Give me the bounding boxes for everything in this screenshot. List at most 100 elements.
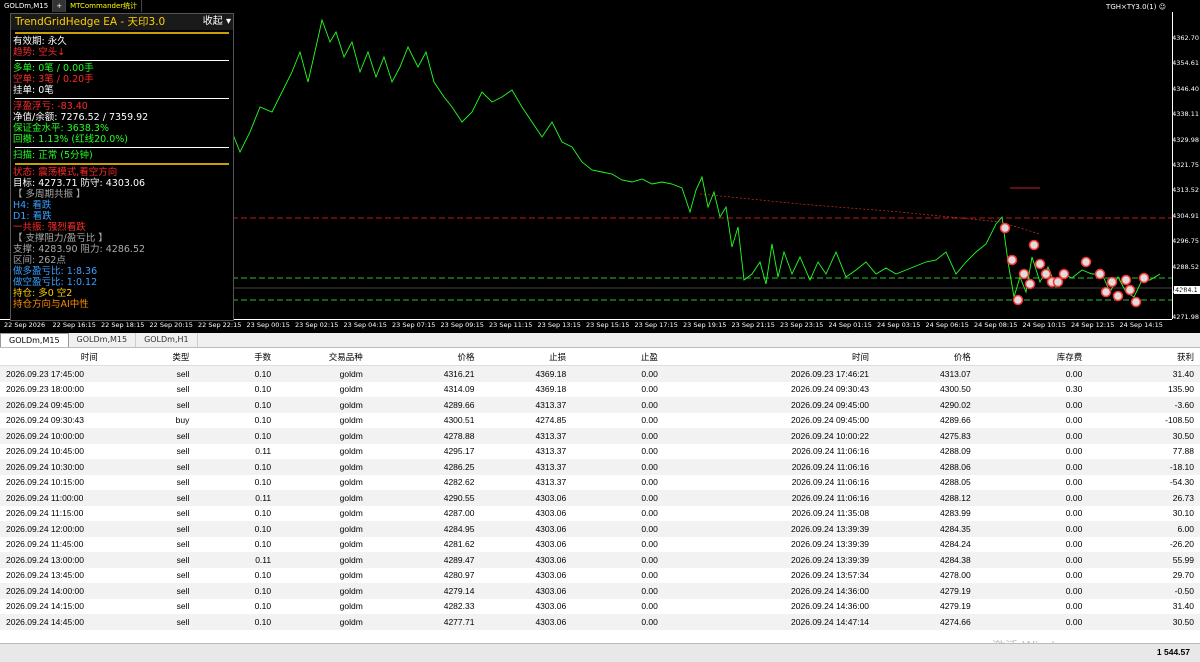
cell-sl: 4369.18 [480,365,573,382]
table-row[interactable]: 2026.09.24 10:45:00 sell 0.11 goldm 4295.17 4… [0,443,1200,459]
cell-symbol: goldm [277,490,369,506]
table-row[interactable]: 2026.09.23 17:45:00 sell 0.10 goldm 4316.21 4… [0,365,1200,382]
cell-tp: 0.00 [572,536,664,552]
trade-marker[interactable] [1012,294,1024,306]
cell-symbol: goldm [277,614,369,630]
chart-tab-goldm[interactable]: GOLDm,M15 [0,0,54,12]
table-row[interactable]: 2026.09.24 10:15:00 sell 0.10 goldm 4282.62 4… [0,474,1200,490]
cell-sl: 4313.37 [480,397,573,413]
cell-swap: 0.00 [976,365,1089,382]
cell-open-time: 2026.09.24 09:45:00 [0,397,104,413]
collapse-button[interactable]: 收起 ▾ [203,14,231,30]
ea-title: TrendGridHedge EA - 天印3.0 [15,16,166,28]
time-tick-label: 24 Sep 06:15 [925,321,969,329]
cell-type: sell [103,459,196,475]
cell-sl: 4303.06 [480,536,573,552]
trade-marker[interactable] [1120,274,1132,286]
table-row[interactable]: 2026.09.24 13:00:00 sell 0.11 goldm 4289.47 4… [0,552,1200,568]
trade-marker[interactable] [1006,254,1018,266]
price-chart[interactable]: GOLDm,M15 + MTCommander统计 TGH×TY3.0(1) ☺… [0,0,1200,331]
col-profit[interactable]: 获利 [1088,348,1200,366]
cell-tp: 0.00 [572,552,664,568]
cell-volume: 0.10 [195,598,278,614]
col-close-price[interactable]: 价格 [875,348,977,366]
table-row[interactable]: 2026.09.24 11:45:00 sell 0.10 goldm 4281.62 4… [0,536,1200,552]
col-open-time[interactable]: 时间 [0,348,104,366]
table-row[interactable]: 2026.09.24 09:30:43 buy 0.10 goldm 4300.51 42… [0,412,1200,428]
cell-sl: 4303.06 [480,598,573,614]
table-row[interactable]: 2026.09.24 11:15:00 sell 0.10 goldm 4287.00 4… [0,505,1200,521]
trade-marker[interactable] [1094,268,1106,280]
col-close-time[interactable]: 时间 [663,348,876,366]
table-row[interactable]: 2026.09.24 10:00:00 sell 0.10 goldm 4278.88 4… [0,428,1200,444]
cell-close-price: 4313.07 [875,365,977,382]
cell-sl: 4303.06 [480,583,573,599]
time-tick-label: 23 Sep 09:15 [440,321,484,329]
cell-type: sell [103,381,196,397]
trade-marker[interactable] [1018,268,1030,280]
col-sl[interactable]: 止损 [480,348,573,366]
cell-tp: 0.00 [572,412,664,428]
cell-close-time: 2026.09.24 09:30:43 [663,381,876,397]
cell-type: sell [103,397,196,413]
time-tick-label: 23 Sep 00:15 [246,321,290,329]
col-tp[interactable]: 止盈 [572,348,664,366]
table-row[interactable]: 2026.09.24 14:15:00 sell 0.10 goldm 4282.33 4… [0,598,1200,614]
cell-close-time: 2026.09.24 13:39:39 [663,521,876,537]
cell-open-price: 4289.66 [368,397,481,413]
trade-marker[interactable] [1028,239,1040,251]
time-tick-label: 24 Sep 10:15 [1022,321,1066,329]
col-open-price[interactable]: 价格 [368,348,481,366]
col-type[interactable]: 类型 [103,348,196,366]
col-volume[interactable]: 手数 [195,348,278,366]
cell-close-price: 4290.02 [875,397,977,413]
cell-type: sell [103,443,196,459]
table-row[interactable]: 2026.09.24 10:30:00 sell 0.10 goldm 4286.25 4… [0,459,1200,475]
trade-marker[interactable] [1058,268,1070,280]
window-tab-goldm-h1[interactable]: GOLDm,H1 [136,333,198,347]
window-tab-goldm-m15-b[interactable]: GOLDm,M15 [69,333,137,347]
chart-tab-mtcommander[interactable]: MTCommander统计 [66,0,143,12]
cell-open-price: 4281.62 [368,536,481,552]
cell-tp: 0.00 [572,365,664,382]
trade-marker[interactable] [1100,286,1112,298]
cell-volume: 0.10 [195,505,278,521]
table-row[interactable]: 2026.09.24 14:45:00 sell 0.10 goldm 4277.71 4… [0,614,1200,630]
trade-marker[interactable] [1130,296,1142,308]
cell-close-time: 2026.09.23 17:46:21 [663,365,876,382]
cell-volume: 0.11 [195,490,278,506]
col-symbol[interactable]: 交易品种 [277,348,369,366]
trade-marker[interactable] [1138,272,1150,284]
cell-sl: 4369.18 [480,381,573,397]
cell-sl: 4274.85 [480,412,573,428]
cell-type: sell [103,490,196,506]
trade-marker[interactable] [1124,284,1136,296]
trade-marker[interactable] [1112,290,1124,302]
col-swap[interactable]: 库存费 [976,348,1089,366]
trade-marker[interactable] [999,222,1011,234]
table-row[interactable]: 2026.09.24 13:45:00 sell 0.10 goldm 4280.97 4… [0,567,1200,583]
table-row[interactable]: 2026.09.24 12:00:00 sell 0.10 goldm 4284.95 4… [0,521,1200,537]
trade-marker[interactable] [1106,276,1118,288]
window-tab-goldm-m15-a[interactable]: GOLDm,M15 [0,333,69,347]
trade-marker[interactable] [1034,258,1046,270]
cell-open-time: 2026.09.23 18:00:00 [0,381,104,397]
table-row[interactable]: 2026.09.24 14:00:00 sell 0.10 goldm 4279.14 4… [0,583,1200,599]
trade-marker[interactable] [1024,278,1036,290]
cell-open-price: 4289.47 [368,552,481,568]
table-row[interactable]: 2026.09.24 11:00:00 sell 0.11 goldm 4290.55 4… [0,490,1200,506]
chart-window-tabs: GOLDm,M15 GOLDm,M15 GOLDm,H1 [0,333,1200,348]
cell-close-price: 4283.99 [875,505,977,521]
trade-marker[interactable] [1052,276,1064,288]
time-tick-label: 22 Sep 22:15 [198,321,242,329]
cell-profit: 26.73 [1088,490,1200,506]
add-tab-button[interactable]: + [53,0,67,12]
cell-open-price: 4279.14 [368,583,481,599]
cell-volume: 0.10 [195,412,278,428]
table-row[interactable]: 2026.09.23 18:00:00 sell 0.10 goldm 4314.09 4… [0,381,1200,397]
trade-marker[interactable] [1080,256,1092,268]
table-row[interactable]: 2026.09.24 09:45:00 sell 0.10 goldm 4289.66 4… [0,397,1200,413]
time-tick-label: 22 Sep 2026 [4,321,46,329]
time-tick-label: 23 Sep 17:15 [634,321,678,329]
trade-marker[interactable] [1040,268,1052,280]
